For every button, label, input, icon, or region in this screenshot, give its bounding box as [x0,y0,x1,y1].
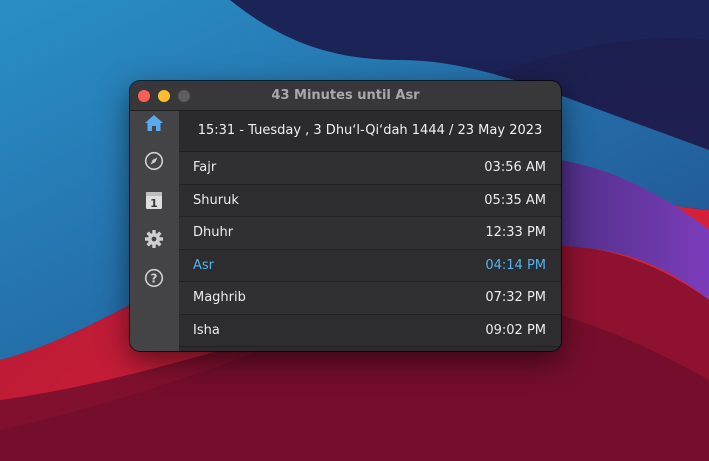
prayer-row-asr[interactable]: Asr 04:14 PM [179,249,561,282]
sidebar-item-calendar[interactable]: 1 [142,188,166,212]
prayer-row-dhuhr[interactable]: Dhuhr 12:33 PM [179,217,561,250]
prayer-name: Dhuhr [193,225,234,240]
prayer-name: Isha [193,322,220,338]
prayer-time: 03:56 AM [484,160,546,175]
help-icon: ? [144,268,164,288]
date-header: 15:31 - Tuesday , 3 Dhuʻl-Qiʻdah 1444 / … [179,111,561,152]
calendar-day-label: 1 [150,197,158,210]
app-window: 43 Minutes until Asr 1 ? 15:31 - Tuesday… [130,81,561,351]
title-bar[interactable]: 43 Minutes until Asr [130,81,561,111]
prayer-name: Maghrib [193,290,246,305]
gear-icon [145,230,163,248]
prayer-time: 07:32 PM [485,290,546,305]
sidebar-item-settings[interactable] [142,227,166,251]
prayer-name: Fajr [193,160,217,175]
window-title: 43 Minutes until Asr [271,88,420,103]
sidebar-item-help[interactable]: ? [142,266,166,290]
main-panel: 15:31 - Tuesday , 3 Dhuʻl-Qiʻdah 1444 / … [179,111,561,351]
prayer-row-maghrib[interactable]: Maghrib 07:32 PM [179,282,561,315]
compass-icon [144,151,164,171]
prayer-time: 05:35 AM [484,192,546,208]
prayer-time: 09:02 PM [485,322,546,338]
home-icon [145,115,163,131]
prayer-time: 12:33 PM [485,225,546,240]
sidebar-item-compass[interactable] [142,149,166,173]
prayer-time: 04:14 PM [485,257,546,273]
sidebar: 1 ? [130,111,179,351]
prayer-times-list: Fajr 03:56 AM Shuruk 05:35 AM Dhuhr 12:3… [179,152,561,347]
prayer-row-isha[interactable]: Isha 09:02 PM [179,314,561,347]
prayer-row-shuruk[interactable]: Shuruk 05:35 AM [179,184,561,217]
sidebar-item-home[interactable] [142,111,166,135]
prayer-name: Shuruk [193,192,239,208]
calendar-icon: 1 [146,192,162,210]
prayer-row-fajr[interactable]: Fajr 03:56 AM [179,152,561,185]
prayer-name: Asr [193,257,215,273]
help-mark: ? [151,271,158,285]
